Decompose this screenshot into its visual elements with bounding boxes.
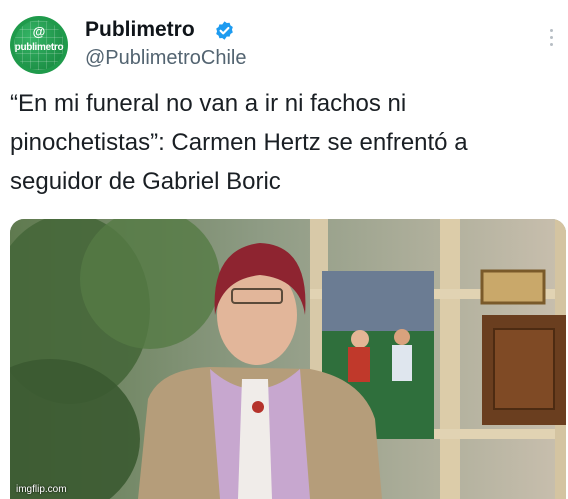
tweet-card[interactable]: @ publimetro Publimetro @PublimetroChile… <box>0 0 568 499</box>
verified-badge-icon <box>216 21 233 40</box>
photo-illustration <box>10 219 566 499</box>
tweet-photo[interactable]: imgflip.com <box>10 219 566 499</box>
avatar[interactable]: @ publimetro <box>10 16 68 74</box>
more-options-icon[interactable] <box>545 29 557 53</box>
avatar-at-symbol: @ <box>32 24 46 39</box>
tweet-text: “En mi funeral no van a ir ni fachos ni … <box>10 90 468 195</box>
account-name[interactable]: Publimetro <box>85 18 195 42</box>
imgflip-watermark: imgflip.com <box>16 484 67 495</box>
avatar-logo-text: publimetro <box>14 42 64 53</box>
account-handle[interactable]: @PublimetroChile <box>85 47 246 70</box>
